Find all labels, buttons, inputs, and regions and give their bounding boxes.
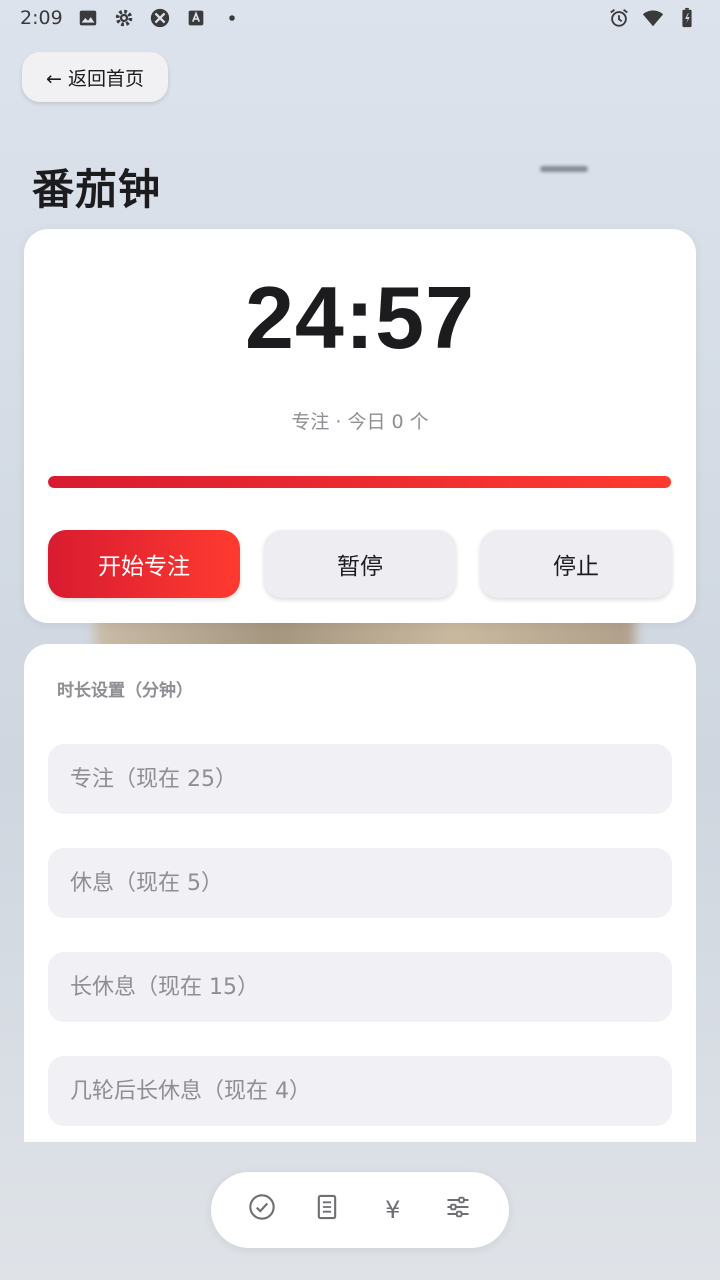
timer-card: 24:57 专注 · 今日 0 个 开始专注 暂停 停止 — [24, 229, 696, 623]
keyboard-icon — [185, 7, 207, 29]
settings-title: 时长设置（分钟） — [57, 681, 193, 701]
page-title: 番茄钟 — [32, 165, 162, 214]
rounds-before-long-break-input[interactable] — [48, 1056, 672, 1126]
status-bar: 2:09 — [0, 0, 720, 36]
wifi-icon — [642, 7, 664, 29]
background-decoration — [540, 166, 588, 172]
bottom-nav: ¥ — [211, 1172, 509, 1248]
app-icon — [149, 7, 171, 29]
image-icon — [77, 7, 99, 29]
nav-tasks-button[interactable] — [238, 1186, 286, 1234]
nav-notes-button[interactable] — [303, 1186, 351, 1234]
duration-settings-card: 时长设置（分钟） — [24, 644, 696, 1142]
timer-subtitle: 专注 · 今日 0 个 — [291, 411, 429, 433]
long-break-duration-input[interactable] — [48, 952, 672, 1022]
break-duration-input[interactable] — [48, 848, 672, 918]
gear-icon — [113, 7, 135, 29]
battery-icon — [676, 7, 698, 29]
alarm-icon — [608, 7, 630, 29]
status-time: 2:09 — [20, 7, 63, 29]
yen-icon: ¥ — [385, 1196, 401, 1224]
timer-controls: 开始专注 暂停 停止 — [48, 530, 672, 598]
start-focus-button[interactable]: 开始专注 — [48, 530, 240, 598]
nav-finance-button[interactable]: ¥ — [369, 1186, 417, 1234]
nav-settings-button[interactable] — [434, 1186, 482, 1234]
dot-icon — [221, 7, 243, 29]
progress-fill — [48, 476, 671, 488]
back-home-button[interactable]: ← 返回首页 — [22, 52, 168, 102]
back-home-label: ← 返回首页 — [46, 67, 144, 90]
stop-button[interactable]: 停止 — [480, 530, 672, 598]
progress-bar — [48, 476, 672, 488]
focus-duration-input[interactable] — [48, 744, 672, 814]
document-icon — [313, 1193, 341, 1227]
pause-button[interactable]: 暂停 — [264, 530, 456, 598]
sliders-icon — [444, 1193, 472, 1227]
timer-display: 24:57 — [244, 268, 476, 367]
check-circle-icon — [248, 1193, 276, 1227]
